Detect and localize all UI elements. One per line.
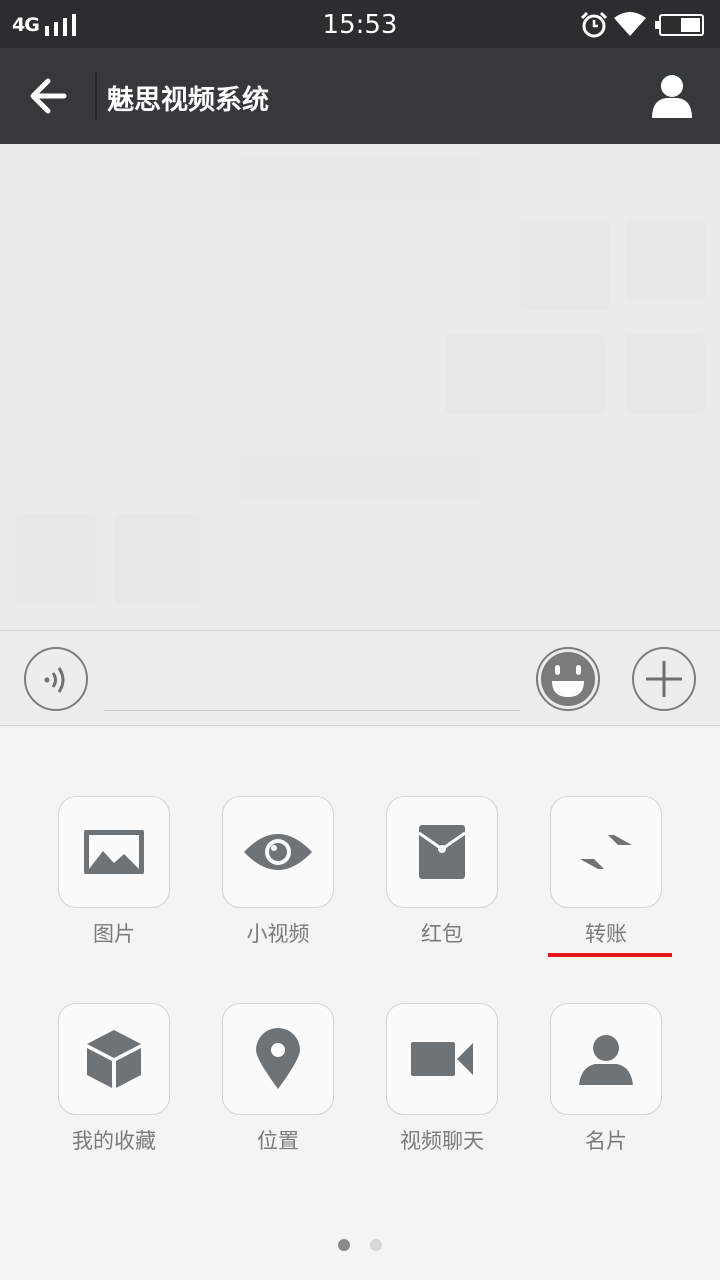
page-title: 魅思视频系统 bbox=[107, 85, 269, 116]
more-button[interactable] bbox=[632, 647, 696, 711]
emoji-button[interactable] bbox=[536, 647, 600, 711]
picture-icon bbox=[84, 830, 144, 874]
page-dot[interactable] bbox=[370, 1239, 382, 1251]
panel-item-label: 红包 bbox=[421, 922, 463, 946]
wifi-icon bbox=[614, 12, 646, 36]
back-arrow-icon bbox=[30, 78, 67, 114]
panel-item-picture[interactable]: 图片 bbox=[58, 796, 170, 948]
message-input[interactable] bbox=[104, 651, 520, 711]
business-card-tile[interactable] bbox=[550, 1003, 662, 1115]
location-tile[interactable] bbox=[222, 1003, 334, 1115]
status-bar: 4G 15:53 bbox=[0, 0, 720, 48]
panel-item-label: 我的收藏 bbox=[72, 1129, 156, 1153]
person-card-icon bbox=[579, 1035, 633, 1085]
panel-item-label: 视频聊天 bbox=[400, 1129, 484, 1153]
title-bar: 魅思视频系统 bbox=[0, 48, 720, 144]
video-chat-tile[interactable] bbox=[386, 1003, 498, 1115]
page-dot-active[interactable] bbox=[338, 1239, 350, 1251]
video-camera-icon bbox=[411, 1042, 473, 1076]
panel-item-label: 转账 bbox=[585, 922, 627, 946]
location-pin-icon bbox=[256, 1028, 300, 1089]
panel-item-label: 名片 bbox=[585, 1129, 627, 1153]
chat-area[interactable] bbox=[0, 144, 720, 630]
panel-item-label: 小视频 bbox=[246, 922, 310, 946]
eye-icon bbox=[244, 834, 312, 870]
transfer-tile[interactable] bbox=[550, 796, 662, 908]
panel-item-label: 位置 bbox=[257, 1129, 299, 1153]
panel-item-favorites[interactable]: 我的收藏 bbox=[58, 1003, 170, 1155]
red-packet-icon bbox=[418, 825, 466, 879]
transfer-highlight-underline bbox=[548, 953, 672, 957]
back-button[interactable] bbox=[20, 68, 76, 124]
transfer-icon bbox=[578, 835, 634, 869]
panel-item-label: 图片 bbox=[93, 922, 135, 946]
alarm-icon bbox=[580, 11, 608, 38]
short-video-tile[interactable] bbox=[222, 796, 334, 908]
panel-item-video-chat[interactable]: 视频聊天 bbox=[386, 1003, 498, 1155]
panel-item-short-video[interactable]: 小视频 bbox=[222, 796, 334, 948]
voice-button[interactable] bbox=[24, 647, 88, 711]
smiley-icon bbox=[541, 652, 595, 706]
panel-item-transfer[interactable]: 转账 bbox=[550, 796, 662, 948]
title-divider bbox=[95, 72, 97, 120]
battery-icon bbox=[655, 14, 704, 36]
panel-item-business-card[interactable]: 名片 bbox=[550, 1003, 662, 1155]
favorites-tile[interactable] bbox=[58, 1003, 170, 1115]
picture-tile[interactable] bbox=[58, 796, 170, 908]
red-packet-tile[interactable] bbox=[386, 796, 498, 908]
box-icon bbox=[87, 1030, 141, 1088]
panel-item-location[interactable]: 位置 bbox=[222, 1003, 334, 1155]
voice-icon bbox=[44, 667, 65, 693]
page-indicator bbox=[0, 1236, 720, 1251]
panel-item-red-packet[interactable]: 红包 bbox=[386, 796, 498, 948]
input-bar bbox=[0, 630, 720, 726]
person-icon bbox=[652, 75, 692, 118]
plus-icon bbox=[646, 661, 682, 697]
contact-info-button[interactable] bbox=[644, 68, 700, 124]
